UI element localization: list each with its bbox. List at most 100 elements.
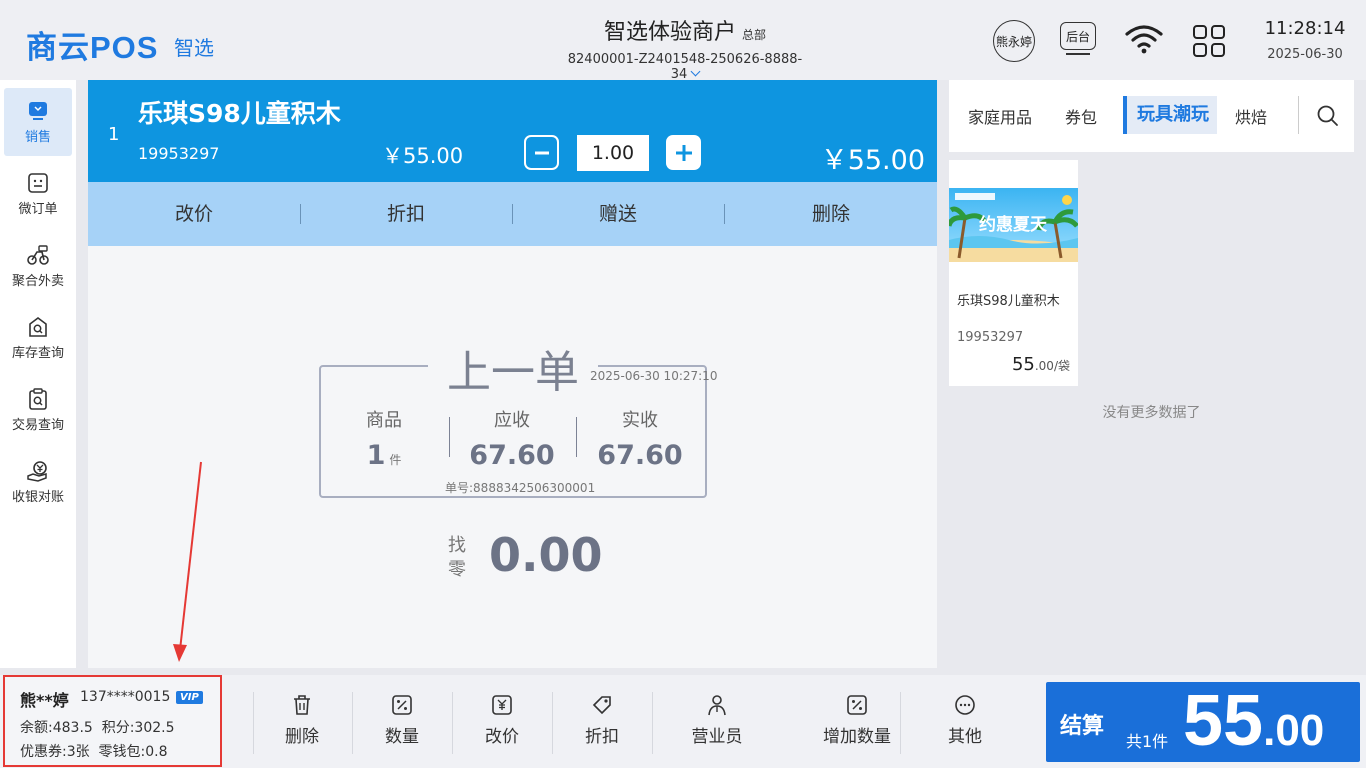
tool-label: 营业员 xyxy=(691,727,743,747)
member-name: 熊**婷 xyxy=(20,691,69,710)
last-order-title: 上一单 xyxy=(428,336,598,400)
checkout-label: 结算 xyxy=(1060,714,1105,739)
discount-button[interactable]: 折扣 xyxy=(300,182,512,246)
person-icon xyxy=(708,695,726,716)
divider xyxy=(900,692,901,754)
tool-label: 增加数量 xyxy=(823,727,891,747)
sidebar-item-sales[interactable]: 销售 xyxy=(4,88,72,156)
member-coupon-line: 优惠券:3张 零钱包:0.8 xyxy=(20,741,168,761)
cart-item-row[interactable]: 1 乐琪S98儿童积木 19953297 ￥55.00 1.00 ￥55.00 xyxy=(88,80,937,182)
cart-item-total: ￥55.00 xyxy=(820,145,925,176)
last-order-paid: 实收 67.60 xyxy=(580,406,700,471)
checkout-amount: 55.00 xyxy=(1183,680,1324,762)
sidebar-item-micro-order[interactable]: 微订单 xyxy=(4,160,72,228)
quantity-plus-button[interactable] xyxy=(666,135,701,170)
divider xyxy=(576,417,577,457)
add-quantity-button[interactable]: 增加数量 xyxy=(808,680,906,764)
paid-label: 实收 xyxy=(622,410,658,431)
paid-value: 67.60 xyxy=(597,440,683,471)
cart-panel: 1 乐琪S98儿童积木 19953297 ￥55.00 1.00 ￥55.00 … xyxy=(88,80,937,668)
sidebar-item-stock-search[interactable]: 库存查询 xyxy=(4,304,72,372)
quantity-button[interactable]: 数量 xyxy=(353,680,451,764)
tab-bakery[interactable]: 烘焙 xyxy=(1235,104,1267,128)
member-phone: 137****0015 xyxy=(80,689,171,705)
tool-label: 数量 xyxy=(385,727,419,747)
more-icon xyxy=(955,695,975,715)
product-price-int: 55 xyxy=(1011,354,1035,375)
last-order-number: 单号:8888342506300001 xyxy=(445,481,596,495)
checkout-count: 共1件 xyxy=(1126,732,1169,751)
plus-icon xyxy=(675,144,692,161)
more-button[interactable]: 其他 xyxy=(916,680,1014,764)
price-tag-yuan-icon xyxy=(492,695,512,715)
micro-order-icon xyxy=(28,173,48,193)
apps-grid-icon[interactable] xyxy=(1192,24,1226,58)
sidebar-item-delivery[interactable]: 聚合外卖 xyxy=(4,232,72,300)
transaction-search-icon xyxy=(29,388,47,410)
discount-tool-button[interactable]: 折扣 xyxy=(553,680,651,764)
tool-label: 折扣 xyxy=(585,727,619,747)
sidebar-item-label: 聚合外卖 xyxy=(11,274,64,289)
tab-toys[interactable]: 玩具潮玩 xyxy=(1123,96,1217,134)
clock: 11:28:14 2025-06-30 xyxy=(1260,18,1350,62)
change-price-button[interactable]: 改价 xyxy=(88,182,300,246)
tool-label: 改价 xyxy=(485,727,519,747)
delete-button[interactable]: 删除 xyxy=(253,680,351,764)
divider xyxy=(652,692,653,754)
merchant-selector[interactable]: 智选体验商户 总部 82400001-Z2401548-250626-8888-3… xyxy=(560,14,810,82)
sales-icon xyxy=(29,102,47,120)
merchant-name: 智选体验商户 xyxy=(603,20,736,45)
tool-label: 其他 xyxy=(948,727,982,747)
trash-icon xyxy=(294,695,310,715)
sidebar-item-transaction-search[interactable]: 交易查询 xyxy=(4,376,72,444)
last-order-time: 2025-06-30 10:27:10 xyxy=(590,369,718,383)
product-image: 约惠夏天 xyxy=(949,188,1078,262)
banner-text: 约惠夏天 xyxy=(979,214,1048,235)
cart-item-unit-price: ￥55.00 xyxy=(382,144,464,168)
checkout-amount-dec: .00 xyxy=(1263,706,1325,755)
vip-badge: VIP xyxy=(176,691,203,704)
divider xyxy=(1298,96,1299,134)
checkout-amount-int: 55 xyxy=(1183,681,1264,761)
clock-date: 2025-06-30 xyxy=(1267,47,1343,62)
search-icon[interactable] xyxy=(1316,104,1340,128)
divider xyxy=(449,417,450,457)
sidebar-item-label: 库存查询 xyxy=(11,346,64,361)
salesperson-button[interactable]: 营业员 xyxy=(668,680,766,764)
goods-value: 1 xyxy=(366,440,386,471)
checkout-button[interactable]: 结算 共1件 55.00 xyxy=(1046,680,1360,762)
change-label: 找零 xyxy=(448,535,466,580)
tool-label: 删除 xyxy=(285,727,319,747)
tag-icon xyxy=(592,696,611,715)
delete-item-button[interactable]: 删除 xyxy=(725,182,937,246)
member-info-panel[interactable]: 熊**婷 137****0015 VIP 余额:483.5 积分:302.5 优… xyxy=(3,675,222,767)
goods-label: 商品 xyxy=(366,410,402,431)
chevron-down-icon[interactable] xyxy=(690,66,701,77)
user-button[interactable]: 熊永婷 xyxy=(993,20,1035,62)
product-card[interactable]: 约惠夏天 乐琪S98儿童积木 19953297 55.00/袋 xyxy=(949,160,1078,386)
sidebar-item-reconcile[interactable]: 收银对账 xyxy=(4,448,72,516)
sidebar-item-label: 交易查询 xyxy=(11,418,64,433)
change-price-tool-button[interactable]: 改价 xyxy=(453,680,551,764)
minus-icon xyxy=(534,151,549,154)
merchant-tag: 总部 xyxy=(742,28,767,42)
goods-unit: 件 xyxy=(389,453,402,467)
wifi-icon[interactable] xyxy=(1124,22,1164,56)
cart-item-code: 19953297 xyxy=(138,144,220,163)
summer-banner-image: 约惠夏天 xyxy=(949,188,1078,262)
tab-coupon-pack[interactable]: 券包 xyxy=(1065,104,1097,128)
due-label: 应收 xyxy=(494,410,530,431)
app-logo: 商云POS xyxy=(26,30,159,65)
quantity-input[interactable]: 1.00 xyxy=(577,135,649,171)
member-points: 积分:302.5 xyxy=(101,720,175,736)
no-more-data: 没有更多数据了 xyxy=(1102,405,1201,421)
backend-button[interactable]: 后台 xyxy=(1060,22,1096,50)
quantity-minus-button[interactable] xyxy=(524,135,559,170)
clock-time: 11:28:14 xyxy=(1264,18,1346,39)
gift-button[interactable]: 赠送 xyxy=(512,182,724,246)
tab-household[interactable]: 家庭用品 xyxy=(968,104,1032,128)
product-price: 55.00/袋 xyxy=(1012,354,1070,375)
merchant-id: 82400001-Z2401548-250626-8888-34 xyxy=(567,52,803,82)
header-bar: 商云POS 智选 智选体验商户 总部 82400001-Z2401548-2506… xyxy=(0,0,1366,82)
member-balance: 余额:483.5 xyxy=(20,720,93,736)
